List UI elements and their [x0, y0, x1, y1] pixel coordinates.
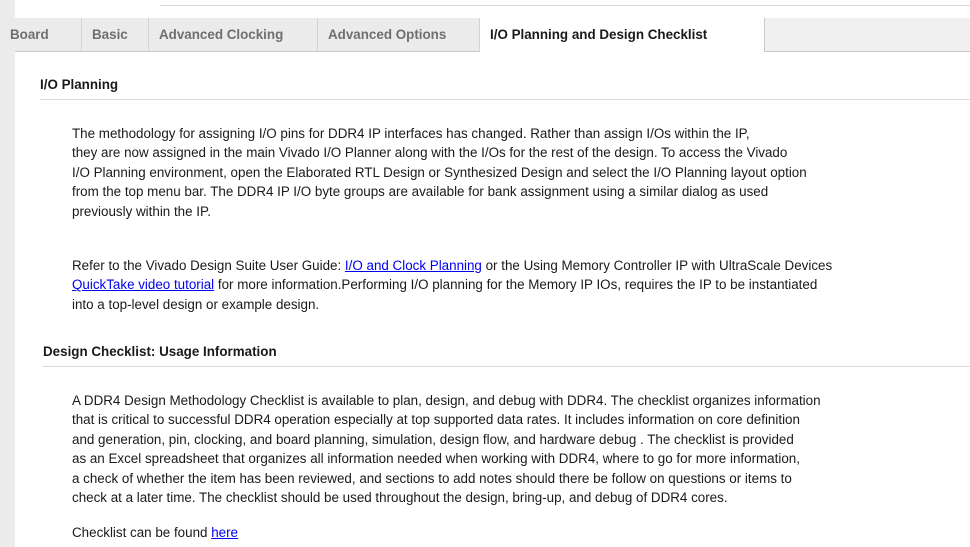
text-fragment: or the Using Memory Controller IP with U… — [481, 258, 833, 273]
quicktake-video-link[interactable]: QuickTake video tutorial — [72, 277, 214, 292]
text-line: that is critical to successful DDR4 oper… — [72, 412, 800, 428]
io-clock-planning-link[interactable]: I/O and Clock Planning — [345, 258, 482, 273]
tab-advanced-options[interactable]: Advanced Options — [318, 18, 480, 51]
text-line: A DDR4 Design Methodology Checklist is a… — [72, 393, 821, 408]
tab-basic[interactable]: Basic — [82, 18, 149, 51]
tab-bar: Board Basic Advanced Clocking Advanced O… — [0, 18, 970, 52]
io-planning-description: The methodology for assigning I/O pins f… — [72, 124, 965, 221]
text-line: they are now assigned in the main Vivado… — [72, 145, 788, 161]
text-line: a check of whether the item has been rev… — [72, 470, 792, 486]
text-line: and generation, pin, clocking, and board… — [72, 431, 794, 447]
left-edge-strip — [0, 0, 15, 547]
text-line: as an Excel spreadsheet that organizes a… — [72, 451, 800, 467]
text-line: Refer to the Vivado Design Suite User Gu… — [72, 256, 965, 275]
text-fragment: Checklist can be found — [72, 525, 212, 540]
io-planning-references: Refer to the Vivado Design Suite User Gu… — [72, 256, 965, 314]
tab-board[interactable]: Board — [0, 18, 82, 51]
section-heading-design-checklist: Design Checklist: Usage Information — [43, 344, 970, 367]
text-line: previously within the IP. — [72, 203, 211, 219]
checklist-description: A DDR4 Design Methodology Checklist is a… — [72, 391, 965, 507]
text-fragment: for more information.Performing I/O plan… — [214, 277, 818, 293]
checklist-here-link[interactable]: here — [211, 525, 238, 540]
top-divider — [160, 5, 970, 6]
checklist-location: Checklist can be found here — [72, 523, 965, 542]
text-line: The methodology for assigning I/O pins f… — [72, 126, 750, 141]
text-line: check at a later time. The checklist sho… — [72, 490, 728, 506]
text-line: QuickTake video tutorial for more inform… — [72, 275, 965, 294]
text-line: from the top menu bar. The DDR4 IP I/O b… — [72, 184, 769, 200]
tab-content-panel: I/O Planning The methodology for assigni… — [15, 52, 970, 547]
tab-io-planning-design-checklist[interactable]: I/O Planning and Design Checklist — [480, 18, 765, 52]
text-line: I/O Planning environment, open the Elabo… — [72, 164, 807, 180]
section-heading-io-planning: I/O Planning — [40, 77, 970, 100]
text-line: into a top-level design or example desig… — [72, 296, 320, 312]
tab-advanced-clocking[interactable]: Advanced Clocking — [149, 18, 318, 51]
text-line: Checklist can be found here — [72, 523, 965, 542]
text-fragment: Refer to the Vivado Design Suite User Gu… — [72, 258, 345, 273]
